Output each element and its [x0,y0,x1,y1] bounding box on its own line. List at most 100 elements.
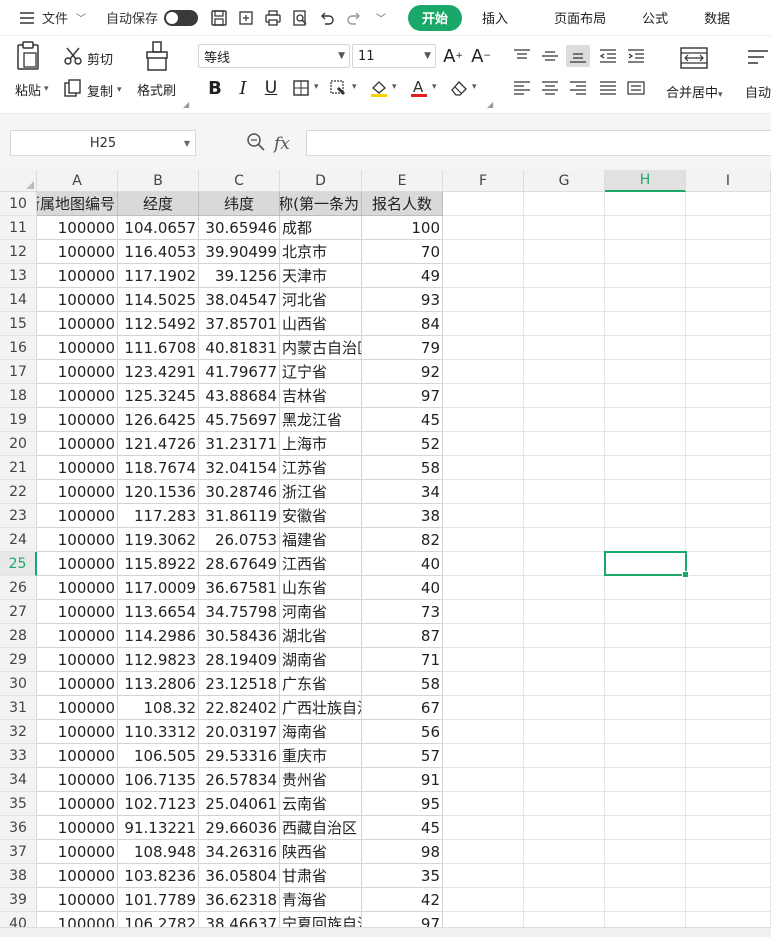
empty-cell[interactable] [524,768,605,792]
table-cell[interactable]: 宁夏回族自治区 [280,912,362,927]
table-cell[interactable]: 30.65946 [199,216,280,240]
table-cell[interactable]: 100000 [37,432,118,456]
file-menu[interactable]: 文件 ﹀ [18,0,86,36]
empty-cell[interactable] [686,360,771,384]
empty-cell[interactable] [605,504,686,528]
insert-function-icon[interactable]: fx [274,134,290,154]
empty-cell[interactable] [605,432,686,456]
save-icon[interactable] [210,9,228,27]
name-box[interactable]: H25 ▼ [10,130,196,156]
empty-cell[interactable] [686,912,771,927]
table-cell[interactable]: 121.4726 [118,432,199,456]
table-cell[interactable]: 112.5492 [118,312,199,336]
table-cell[interactable]: 58 [362,672,443,696]
table-cell[interactable]: 91 [362,768,443,792]
empty-cell[interactable] [524,216,605,240]
empty-cell[interactable] [605,840,686,864]
table-cell[interactable]: 100000 [37,840,118,864]
font-color-icon[interactable]: A [406,76,432,100]
empty-cell[interactable] [524,552,605,576]
column-header-b[interactable]: B [118,170,199,192]
empty-cell[interactable] [443,696,524,720]
autosave-toggle[interactable] [164,9,199,26]
empty-cell[interactable] [686,816,771,840]
empty-cell[interactable] [686,408,771,432]
empty-cell[interactable] [443,264,524,288]
column-header-a[interactable]: A [37,170,118,192]
empty-cell[interactable] [605,360,686,384]
justify-icon[interactable] [596,77,620,99]
table-cell[interactable]: 36.05804 [199,864,280,888]
table-cell[interactable]: 32.04154 [199,456,280,480]
table-cell[interactable]: 52 [362,432,443,456]
empty-cell[interactable] [443,816,524,840]
table-cell[interactable]: 26.57834 [199,768,280,792]
tab-home[interactable]: 开始 [408,4,463,31]
table-cell[interactable]: 黑龙江省 [280,408,362,432]
table-cell[interactable]: 100000 [37,648,118,672]
table-cell[interactable]: 25.04061 [199,792,280,816]
table-cell[interactable]: 101.7789 [118,888,199,912]
row-header[interactable]: 10 [0,192,37,216]
empty-cell[interactable] [605,744,686,768]
empty-cell[interactable] [443,408,524,432]
borders-icon[interactable] [288,76,314,100]
empty-cell[interactable] [443,768,524,792]
tab-data[interactable]: 数据 [690,8,744,27]
empty-cell[interactable] [605,384,686,408]
empty-cell[interactable] [524,240,605,264]
row-header[interactable]: 31 [0,696,37,720]
bold-icon[interactable]: B [202,76,228,100]
empty-cell[interactable] [443,360,524,384]
empty-cell[interactable] [605,888,686,912]
row-header[interactable]: 16 [0,336,37,360]
table-cell[interactable]: 87 [362,624,443,648]
table-cell[interactable]: 陕西省 [280,840,362,864]
empty-cell[interactable] [443,456,524,480]
table-cell[interactable]: 34 [362,480,443,504]
empty-cell[interactable] [605,264,686,288]
empty-cell[interactable] [524,504,605,528]
table-cell[interactable]: 40.81831 [199,336,280,360]
table-cell[interactable]: 100000 [37,360,118,384]
empty-cell[interactable] [686,648,771,672]
empty-cell[interactable] [686,888,771,912]
table-cell[interactable]: 上海市 [280,432,362,456]
table-cell[interactable]: 100000 [37,288,118,312]
row-header[interactable]: 37 [0,840,37,864]
table-cell[interactable]: 95 [362,792,443,816]
empty-cell[interactable] [524,720,605,744]
table-cell[interactable]: 45 [362,816,443,840]
tab-formulas[interactable]: 公式 [628,8,682,27]
table-cell[interactable]: 100000 [37,552,118,576]
empty-cell[interactable] [605,792,686,816]
table-cell[interactable]: 100000 [37,504,118,528]
table-cell[interactable]: 100000 [37,912,118,927]
print-icon[interactable] [264,9,282,27]
table-cell[interactable]: 56 [362,720,443,744]
empty-cell[interactable] [524,480,605,504]
empty-cell[interactable] [605,456,686,480]
table-cell[interactable]: 119.3062 [118,528,199,552]
table-cell[interactable]: 38.04547 [199,288,280,312]
table-cell[interactable]: 40 [362,552,443,576]
empty-cell[interactable] [605,696,686,720]
empty-cell[interactable] [605,624,686,648]
empty-cell[interactable] [443,552,524,576]
empty-cell[interactable] [524,576,605,600]
empty-cell[interactable] [686,576,771,600]
autofit-button[interactable]: 自动 [744,44,771,101]
empty-cell[interactable] [443,240,524,264]
table-cell[interactable]: 辽宁省 [280,360,362,384]
table-cell[interactable]: 广西壮族自治区 [280,696,362,720]
empty-cell[interactable] [686,336,771,360]
increase-indent-icon[interactable] [624,45,648,67]
row-header[interactable]: 20 [0,432,37,456]
table-cell[interactable]: 103.8236 [118,864,199,888]
decrease-font-size-icon[interactable]: A − [468,44,494,68]
zoom-icon[interactable] [246,132,266,156]
column-header-f[interactable]: F [443,170,524,192]
row-header[interactable]: 12 [0,240,37,264]
eraser-icon[interactable] [446,76,472,100]
font-color-dropdown-icon[interactable]: ▾ [432,82,437,92]
